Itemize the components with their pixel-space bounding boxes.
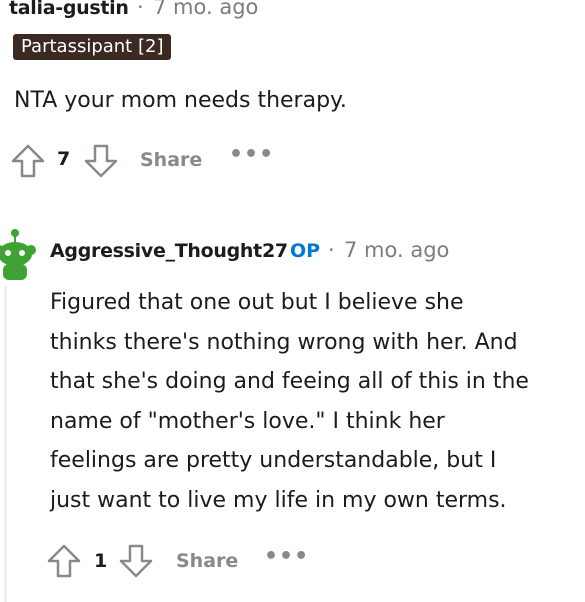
op-badge: OP xyxy=(290,240,321,262)
downvote-button[interactable] xyxy=(118,543,154,579)
meta-separator: · xyxy=(137,0,144,19)
vote-count: 7 xyxy=(57,148,71,170)
upvote-arrow-icon xyxy=(47,544,81,578)
comment-body-line: thinks there's nothing wrong with her. A… xyxy=(50,329,518,355)
comment-body-line: that she's doing and feeing all of this … xyxy=(50,369,529,394)
comment-timestamp[interactable]: 7 mo. ago xyxy=(153,0,258,19)
comment-body-line: Figured that one out but I believe she xyxy=(50,290,464,315)
downvote-arrow-icon xyxy=(119,544,153,578)
comment-body: NTA your mom needs therapy. xyxy=(14,88,347,113)
comment-body-line: name of "mother's love." I think her xyxy=(50,408,445,434)
share-button[interactable]: Share xyxy=(176,550,238,572)
upvote-arrow-icon xyxy=(11,144,45,178)
downvote-button[interactable] xyxy=(83,143,119,179)
snoo-avatar-icon xyxy=(0,229,36,280)
comment-body: Figured that one out but I believe she t… xyxy=(50,283,585,520)
meta-separator: · xyxy=(328,238,335,262)
comment-author[interactable]: talia-gustin xyxy=(9,0,129,19)
thread-line[interactable] xyxy=(4,286,7,602)
comment-timestamp[interactable]: 7 mo. ago xyxy=(344,238,449,262)
avatar[interactable] xyxy=(0,228,36,280)
vote-count: 1 xyxy=(94,550,108,572)
comment-author[interactable]: Aggressive_Thought27 xyxy=(50,240,288,262)
more-options-icon[interactable]: ••• xyxy=(229,144,274,166)
upvote-button[interactable] xyxy=(46,543,82,579)
more-options-icon[interactable]: ••• xyxy=(264,546,309,568)
share-button[interactable]: Share xyxy=(140,149,202,171)
comment-body-line: feelings are pretty understandable, but … xyxy=(50,448,497,473)
downvote-arrow-icon xyxy=(84,144,118,178)
upvote-button[interactable] xyxy=(10,143,46,179)
user-flair: Partassipant [2] xyxy=(13,34,172,60)
comment-body-line: just want to live my life in my own term… xyxy=(50,487,507,513)
